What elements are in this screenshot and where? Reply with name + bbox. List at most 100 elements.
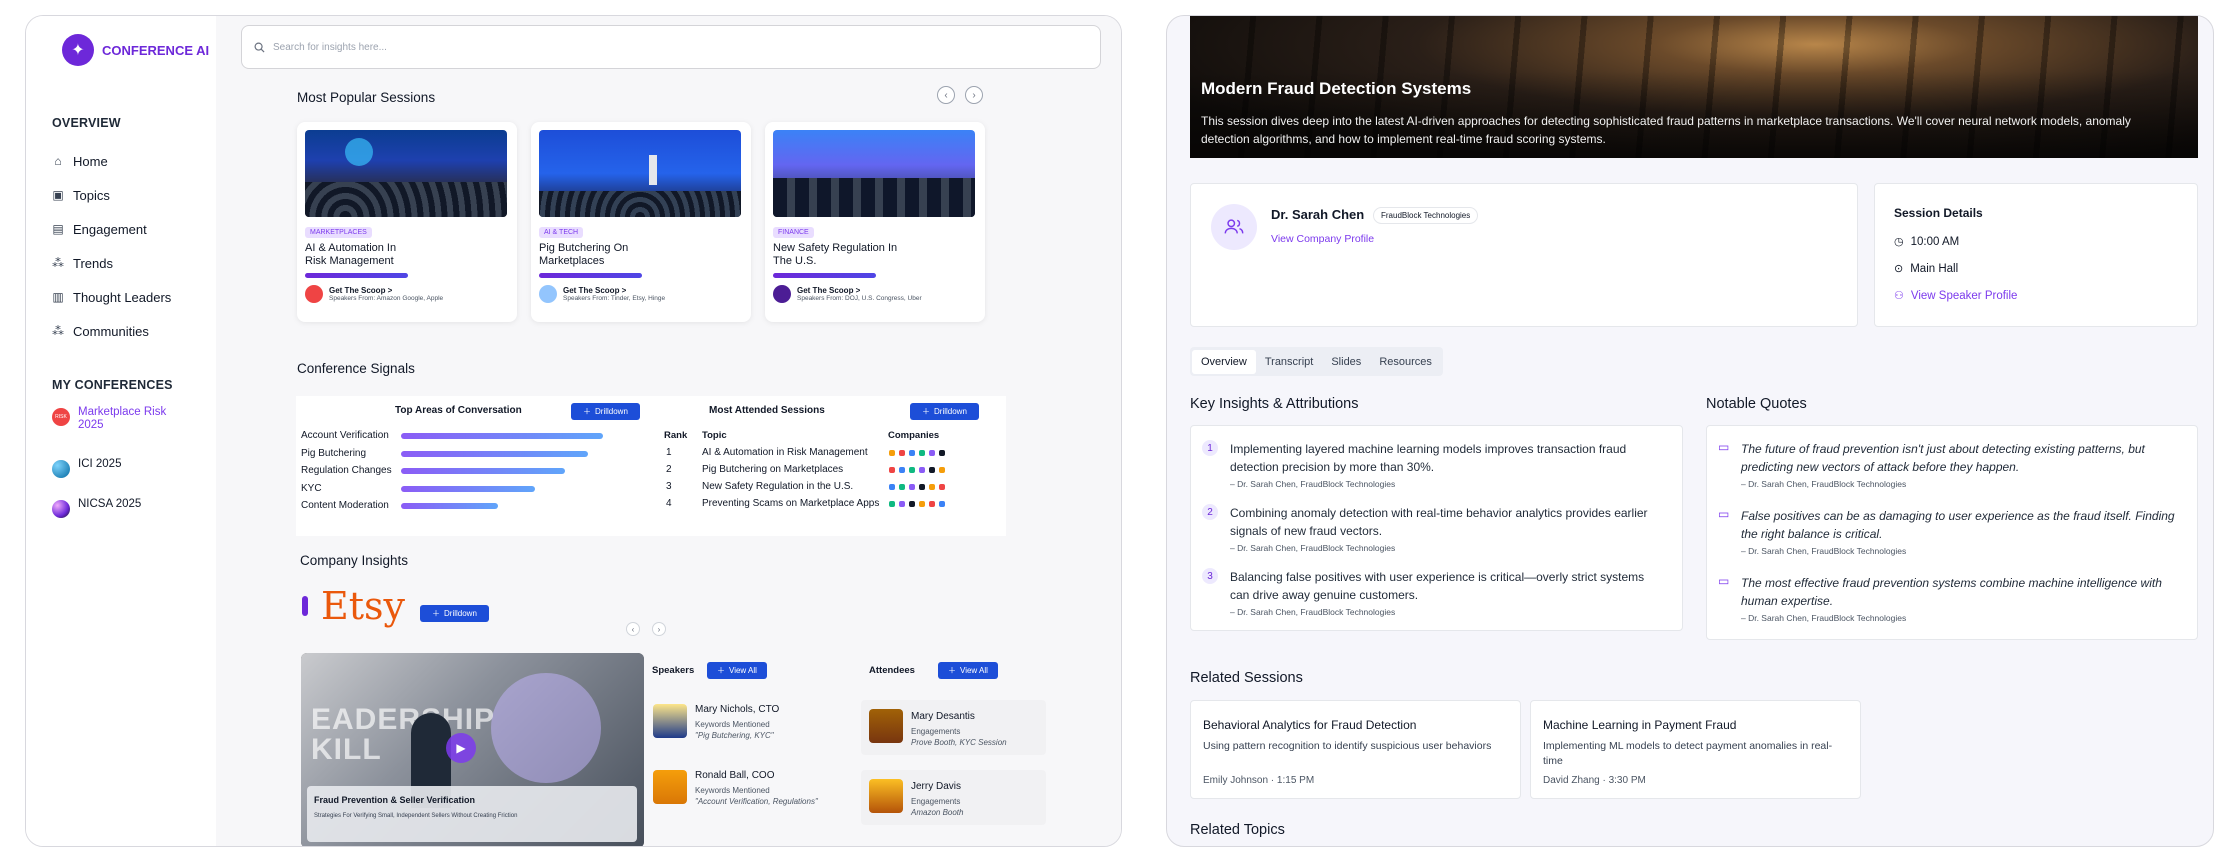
view-all-label: View All [729, 666, 757, 675]
attendee-engagements-label: Engagements [911, 796, 961, 806]
speakers-view-all-button[interactable]: ＋ View All [707, 662, 767, 679]
search-input[interactable]: Search for insights here... [241, 25, 1101, 69]
conference-dashboard-window: ✦ CONFERENCE AI OVERVIEW ⌂ Home ▣ Topics ▤… [25, 15, 1122, 847]
company-next-button[interactable]: › [652, 622, 666, 636]
session-details-title: Session Details [1894, 206, 1983, 220]
sidebar-item-thought-leaders[interactable]: ▥ Thought Leaders [52, 280, 171, 314]
attended-drilldown-button[interactable]: ＋ Drilldown [910, 403, 979, 420]
company-video[interactable]: EADERSHIP KILL ▶ Fraud Prevention & Sell… [301, 653, 644, 846]
company-drilldown-button[interactable]: ＋ Drilldown [420, 605, 489, 622]
company-logo-icon [939, 450, 945, 456]
related-session-title: Behavioral Analytics for Fraud Detection [1203, 718, 1417, 732]
category-tag: FINANCE [773, 227, 814, 238]
speaker-name: Mary Nichols, CTO [695, 704, 780, 715]
sidebar-item-engagement[interactable]: ▤ Engagement [52, 212, 171, 246]
company-logo-icon [909, 467, 915, 473]
attendee-item[interactable]: Jerry Davis Engagements Amazon Booth [861, 770, 1046, 825]
sparkle-logo-icon: ✦ [62, 34, 94, 66]
view-all-label: View All [960, 666, 988, 675]
drilldown-label: Drilldown [595, 407, 628, 416]
quotes-card: ▭ The future of fraud prevention isn't ju… [1706, 425, 2198, 640]
speakers-from: Speakers From: Amazon Google, Apple [329, 295, 444, 302]
company-logo-icon [899, 467, 905, 473]
plus-icon: ＋ [717, 666, 725, 675]
sidebar-item-topics[interactable]: ▣ Topics [52, 178, 171, 212]
conference-signals-title: Conference Signals [297, 361, 415, 376]
session-card[interactable]: FINANCE New Safety Regulation In The U.S… [765, 122, 985, 322]
quote-text: The future of fraud prevention isn't jus… [1741, 442, 2145, 474]
carousel-prev-button[interactable]: ‹ [937, 86, 955, 104]
topic-cell[interactable]: Preventing Scams on Marketplace Apps [702, 498, 879, 509]
company-logo-icon [889, 467, 895, 473]
session-title: Pig Butchering On Marketplaces [539, 242, 629, 267]
attendee-photo [869, 778, 903, 813]
rank-cell: 2 [666, 464, 672, 475]
insight-number: 1 [1202, 440, 1218, 456]
topic-cell[interactable]: AI & Automation in Risk Management [702, 447, 868, 458]
speaker-item[interactable]: Mary Nichols, CTO Keywords Mentioned "Pig … [653, 704, 779, 740]
sidebar: ✦ CONFERENCE AI OVERVIEW ⌂ Home ▣ Topics ▤… [26, 16, 216, 846]
speakers-from: Speakers From: DOJ, U.S. Congress, Uber [797, 295, 922, 302]
company-logo-icon [899, 501, 905, 507]
view-speaker-link[interactable]: ⚇ View Speaker Profile [1894, 289, 2017, 303]
sidebar-item-label: Engagement [73, 221, 147, 237]
company-insights-title: Company Insights [300, 553, 409, 568]
brand[interactable]: ✦ CONFERENCE AI [62, 34, 209, 66]
scoop-label: Get The Scoop > [563, 286, 627, 295]
session-card[interactable]: MARKETPLACES AI & Automation In Risk Man… [297, 122, 517, 322]
session-card[interactable]: AI & TECH Pig Butchering On Marketplaces… [531, 122, 751, 322]
popularity-bar [773, 273, 876, 278]
video-title: Fraud Prevention & Seller Verification [314, 795, 476, 805]
scoop-link[interactable]: Get The Scoop > Speakers From: Tinder, Et… [539, 285, 665, 303]
area-bar [401, 485, 535, 492]
conference-item-ici[interactable]: ICI 2025 [52, 458, 121, 478]
tab-transcript[interactable]: Transcript [1256, 350, 1323, 374]
speaker-item[interactable]: Ronald Ball, COO Keywords Mentioned "Accou… [653, 770, 818, 806]
col-rank: Rank [664, 430, 688, 441]
topic-cell[interactable]: New Safety Regulation in the U.S. [702, 481, 853, 492]
view-company-link[interactable]: View Company Profile [1271, 233, 1374, 245]
related-session-card[interactable]: Behavioral Analytics for Fraud Detection… [1190, 700, 1521, 799]
tab-overview[interactable]: Overview [1192, 349, 1256, 374]
attendee-item[interactable]: Mary Desantis Engagements Prove Booth, KYC… [861, 700, 1046, 755]
topic-cell[interactable]: Pig Butchering on Marketplaces [702, 464, 843, 475]
rank-cell: 1 [666, 447, 672, 458]
search-icon [254, 42, 265, 53]
location-value: Main Hall [1910, 262, 1959, 275]
attendees-view-all-button[interactable]: ＋ View All [938, 662, 998, 679]
attendee-content: Mary Desantis Engagements Prove Booth, KYC… [869, 708, 1007, 747]
drilldown-label: Drilldown [444, 609, 477, 618]
area-label: Pig Butchering [301, 447, 367, 459]
related-sessions-title: Related Sessions [1190, 670, 1303, 686]
company-prev-button[interactable]: ‹ [626, 622, 640, 636]
tab-slides[interactable]: Slides [1322, 350, 1370, 374]
insights-card: 1 Implementing layered machine learning m… [1190, 425, 1683, 631]
tab-resources[interactable]: Resources [1370, 350, 1441, 374]
company-logo-icon [909, 501, 915, 507]
scoop-link[interactable]: Get The Scoop > Speakers From: Amazon Goo… [305, 285, 443, 303]
plus-icon: ＋ [583, 407, 591, 416]
insight-number: 3 [1202, 568, 1218, 584]
scoop-link[interactable]: Get The Scoop > Speakers From: DOJ, U.S. … [773, 285, 922, 303]
conference-logo [52, 460, 70, 478]
conference-item-nicsa[interactable]: NICSA 2025 [52, 498, 141, 518]
conference-logo: RISK [52, 408, 70, 426]
quote-source: – Dr. Sarah Chen, FraudBlock Technologie… [1741, 546, 1907, 556]
company-logo-icon [929, 450, 935, 456]
quote-source: – Dr. Sarah Chen, FraudBlock Technologie… [1741, 479, 1907, 489]
scoop-label: Get The Scoop > [797, 286, 861, 295]
col-companies: Companies [888, 430, 940, 441]
sidebar-item-communities[interactable]: ⁂ Communities [52, 314, 171, 348]
related-session-card[interactable]: Machine Learning in Payment Fraud Implem… [1530, 700, 1861, 799]
session-description: This session dives deep into the latest … [1201, 114, 2131, 146]
carousel-next-button[interactable]: › [965, 86, 983, 104]
play-icon[interactable]: ▶ [446, 733, 476, 763]
conference-item-marketplace-risk[interactable]: RISK Marketplace Risk 2025 [52, 406, 178, 432]
areas-drilldown-button[interactable]: ＋ Drilldown [571, 403, 640, 420]
sidebar-item-trends[interactable]: ⁂ Trends [52, 246, 171, 280]
video-subtitle: Strategies For Verifying Small, Independ… [314, 813, 518, 819]
sidebar-item-home[interactable]: ⌂ Home [52, 144, 171, 178]
related-session-desc: Using pattern recognition to identify su… [1203, 740, 1492, 752]
video-caption: Fraud Prevention & Seller Verification S… [307, 786, 637, 842]
attendee-engagements-label: Engagements [911, 726, 961, 736]
